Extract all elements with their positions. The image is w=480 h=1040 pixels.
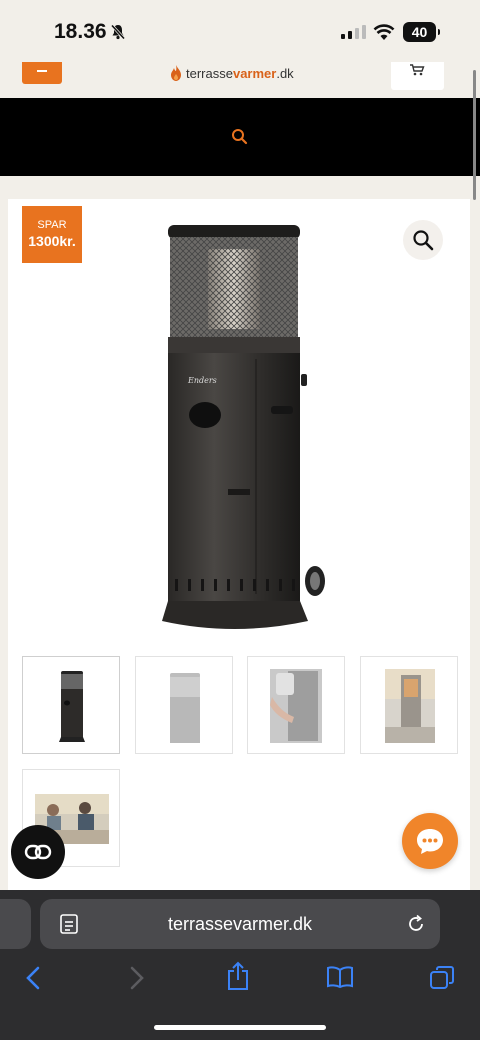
tabs-icon[interactable] (429, 965, 455, 991)
flame-icon (171, 65, 181, 81)
cart-icon (410, 64, 425, 76)
zoom-button[interactable] (403, 220, 443, 260)
page-scrollbar[interactable] (473, 70, 476, 200)
thumb-heater-outdoor[interactable] (360, 656, 458, 754)
status-bar: 18.36 40 (0, 0, 480, 62)
chat-bubble-icon (417, 829, 443, 854)
battery-indicator: 40 (403, 22, 440, 42)
link-icon (24, 844, 52, 860)
product-image-patio-heater[interactable]: Enders (153, 209, 333, 634)
bell-muted-icon (110, 24, 126, 40)
search-icon[interactable] (231, 128, 248, 145)
product-brand-label: Enders (187, 376, 217, 385)
previous-tab[interactable] (0, 899, 31, 949)
address-bar[interactable]: terrassevarmer.dk (40, 899, 440, 949)
reload-icon[interactable] (406, 914, 426, 934)
bookmarks-icon[interactable] (326, 965, 354, 989)
chat-button[interactable] (402, 813, 458, 869)
discount-badge: SPAR 1300kr. (22, 206, 82, 263)
url-text: terrassevarmer.dk (167, 914, 313, 934)
thumb-heater-hand[interactable] (247, 656, 345, 754)
cellular-signal-icon (341, 25, 366, 39)
site-logo[interactable]: terrassevarmer.dk (170, 65, 294, 81)
browser-toolbar: terrassevarmer.dk (0, 890, 480, 1040)
logo-text-prefix: terrasse (186, 65, 233, 81)
thumb-heater-front[interactable] (22, 656, 120, 754)
logo-text-suffix: .dk (276, 65, 294, 81)
reader-button[interactable] (11, 825, 65, 879)
discount-badge-label: SPAR (37, 219, 67, 231)
status-time: 18.36 (54, 20, 107, 43)
wifi-icon (373, 24, 395, 40)
magnifier-icon (413, 230, 434, 251)
logo-text-highlight: varmer (232, 65, 277, 81)
cart-button[interactable] (391, 62, 444, 90)
site-header: terrassevarmer.dk (0, 62, 480, 98)
thumb-heater-faded[interactable] (135, 656, 233, 754)
menu-button[interactable] (22, 62, 62, 84)
search-bar[interactable] (0, 98, 480, 176)
home-indicator[interactable] (154, 1025, 326, 1030)
discount-badge-amount: 1300kr. (28, 233, 76, 249)
forward-icon[interactable] (128, 965, 146, 991)
back-icon[interactable] (24, 965, 42, 991)
share-icon[interactable] (226, 961, 250, 991)
